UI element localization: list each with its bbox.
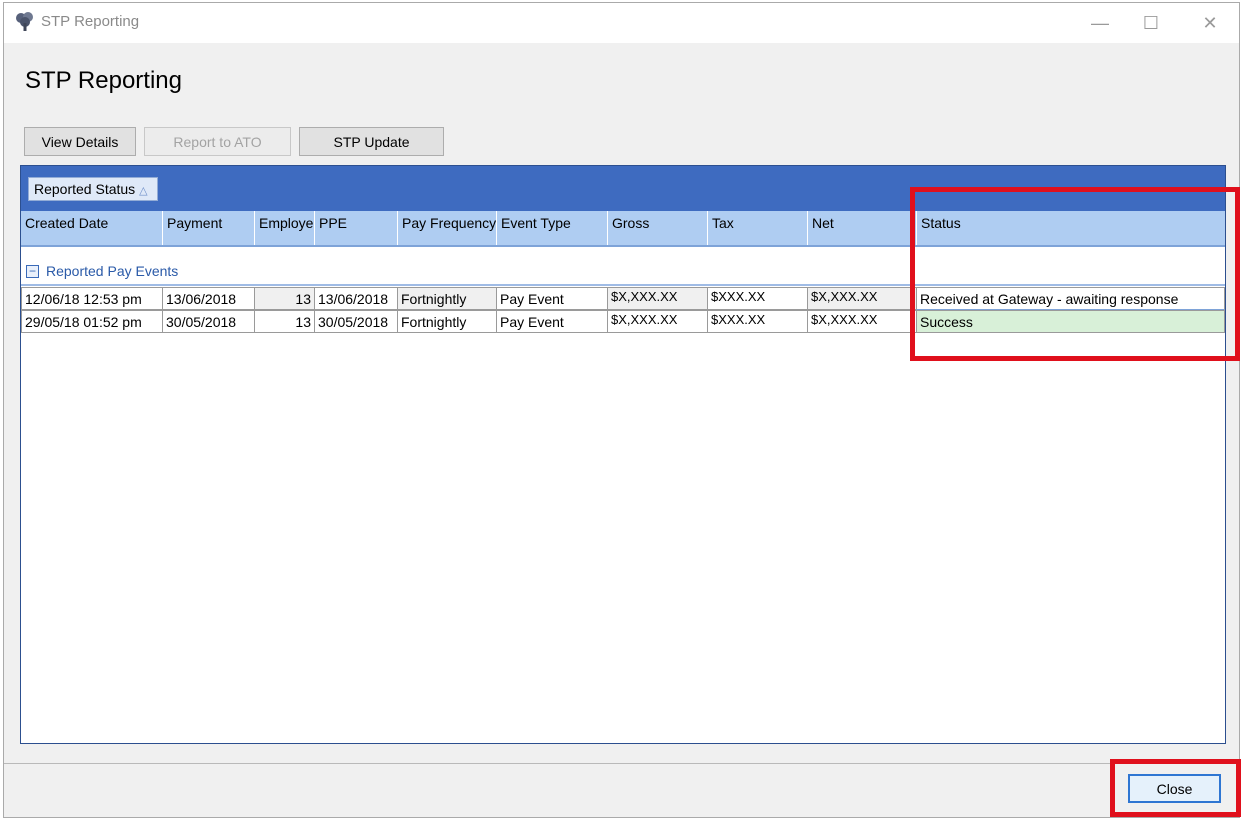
status-column-highlight — [910, 187, 1240, 361]
cell-created-date: 12/06/18 12:53 pm — [21, 287, 163, 310]
cell-event-type: Pay Event — [496, 310, 608, 333]
cell-gross: $X,XXX.XX — [607, 310, 708, 333]
report-to-ato-button[interactable]: Report to ATO — [144, 127, 291, 156]
column-header-net[interactable]: Net — [808, 211, 917, 245]
cell-event-type: Pay Event — [496, 287, 608, 310]
stp-reporting-window: STP Reporting — ☐ ✕ STP Reporting View D… — [3, 2, 1240, 818]
column-header-ppe[interactable]: PPE — [315, 211, 398, 245]
cell-pay-frequency: Fortnightly — [397, 287, 497, 310]
footer-divider — [4, 763, 1239, 764]
cell-net: $X,XXX.XX — [807, 287, 917, 310]
column-header-gross[interactable]: Gross — [608, 211, 708, 245]
close-button-highlight — [1110, 759, 1241, 817]
cell-payment: 30/05/2018 — [162, 310, 255, 333]
cell-ppe: 30/05/2018 — [314, 310, 398, 333]
column-header-employees[interactable]: Employe — [255, 211, 315, 245]
column-header-event-type[interactable]: Event Type — [497, 211, 608, 245]
group-by-chip-label: Reported Status — [34, 181, 136, 197]
cell-pay-frequency: Fortnightly — [397, 310, 497, 333]
cell-employees: 13 — [254, 287, 315, 310]
view-details-button[interactable]: View Details — [24, 127, 136, 156]
tree-icon — [14, 11, 36, 33]
maximize-button[interactable]: ☐ — [1128, 3, 1174, 43]
group-label: Reported Pay Events — [46, 263, 179, 279]
group-by-chip-reported-status[interactable]: Reported Status △ — [28, 177, 158, 201]
cell-ppe: 13/06/2018 — [314, 287, 398, 310]
cell-tax: $XXX.XX — [707, 287, 808, 310]
sort-ascending-icon: △ — [139, 185, 148, 197]
cell-tax: $XXX.XX — [707, 310, 808, 333]
window-title: STP Reporting — [41, 13, 140, 30]
column-header-tax[interactable]: Tax — [708, 211, 808, 245]
column-header-created-date[interactable]: Created Date — [21, 211, 163, 245]
title-bar: STP Reporting — ☐ ✕ — [4, 3, 1239, 43]
stp-update-button[interactable]: STP Update — [299, 127, 444, 156]
cell-gross: $X,XXX.XX — [607, 287, 708, 310]
cell-created-date: 29/05/18 01:52 pm — [21, 310, 163, 333]
minimize-button[interactable]: — — [1077, 3, 1123, 43]
column-header-pay-frequency[interactable]: Pay Frequency — [398, 211, 497, 245]
cell-employees: 13 — [254, 310, 315, 333]
cell-net: $X,XXX.XX — [807, 310, 917, 333]
close-window-button[interactable]: ✕ — [1187, 3, 1233, 43]
cell-payment: 13/06/2018 — [162, 287, 255, 310]
collapse-group-icon[interactable]: − — [26, 265, 39, 278]
page-title: STP Reporting — [25, 67, 182, 94]
column-header-payment[interactable]: Payment — [163, 211, 255, 245]
